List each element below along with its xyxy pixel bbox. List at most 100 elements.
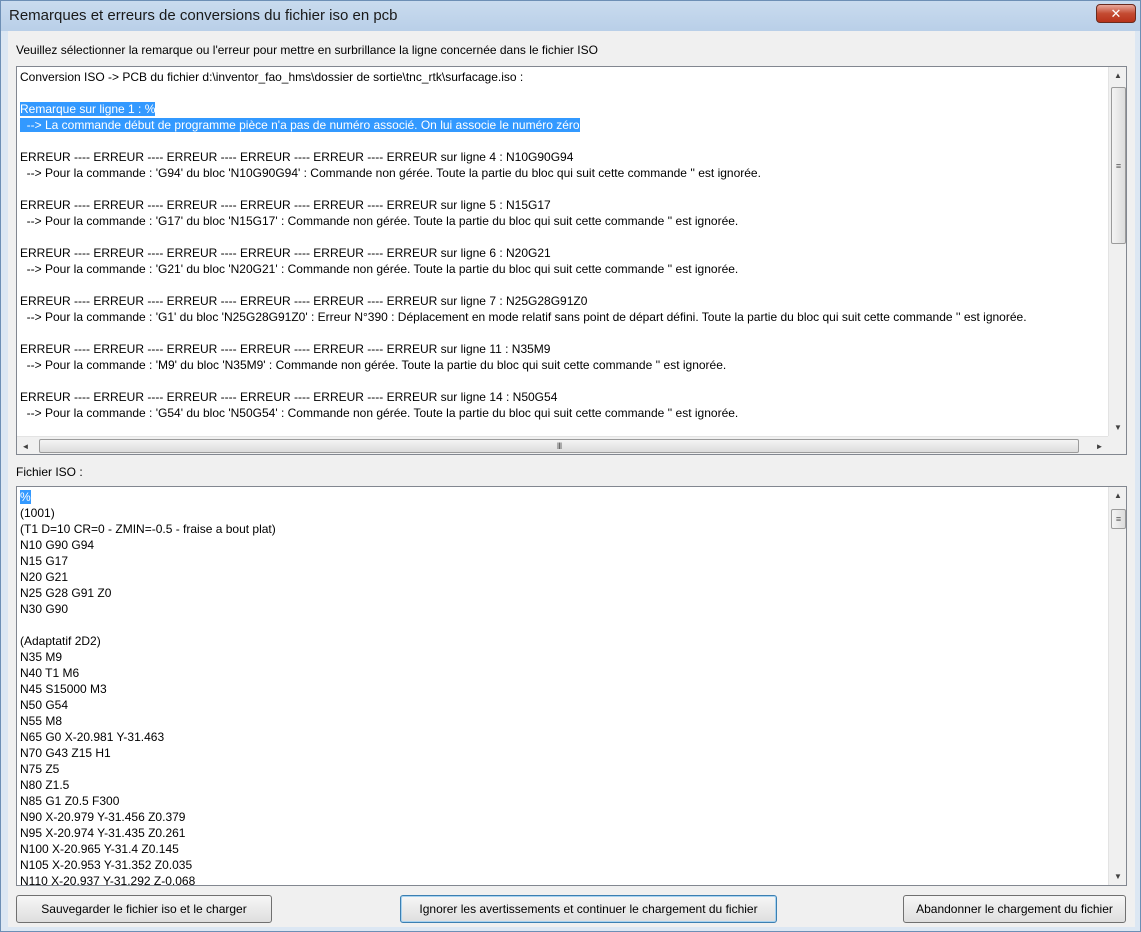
iso-line-text: N20 G21 — [20, 570, 69, 584]
scroll-left-button[interactable]: ◄ — [17, 437, 34, 454]
scroll-up-icon: ▲ — [1114, 71, 1122, 80]
scroll-thumb[interactable]: ≡ — [1111, 87, 1126, 244]
iso-file-label: Fichier ISO : — [16, 465, 83, 479]
grip-icon: ≡ — [1115, 514, 1122, 524]
iso-line-text: N35 M9 — [20, 650, 63, 664]
iso-line[interactable] — [20, 617, 1106, 633]
iso-line[interactable]: (Adaptatif 2D2) — [20, 633, 1106, 649]
iso-line[interactable]: (1001) — [20, 505, 1106, 521]
iso-line[interactable]: % — [20, 489, 1106, 505]
message-line[interactable]: --> Pour la commande : 'G17' du bloc 'N1… — [20, 213, 1106, 229]
scroll-right-button[interactable]: ► — [1091, 437, 1108, 454]
message-line[interactable]: ERREUR ---- ERREUR ---- ERREUR ---- ERRE… — [20, 293, 1106, 309]
message-line[interactable]: ERREUR ---- ERREUR ---- ERREUR ---- ERRE… — [20, 149, 1106, 165]
messages-horizontal-scrollbar[interactable]: ◄ III ► — [17, 436, 1108, 454]
title-bar[interactable]: Remarques et erreurs de conversions du f… — [1, 1, 1140, 31]
iso-vertical-scrollbar[interactable]: ▲ ≡ ▼ — [1108, 487, 1126, 885]
iso-line[interactable]: (T1 D=10 CR=0 - ZMIN=-0.5 - fraise a bou… — [20, 521, 1106, 537]
message-line-text: ERREUR ---- ERREUR ---- ERREUR ---- ERRE… — [20, 198, 551, 212]
message-line-text: ERREUR ---- ERREUR ---- ERREUR ---- ERRE… — [20, 342, 551, 356]
iso-line-text: (Adaptatif 2D2) — [20, 634, 101, 648]
message-line[interactable]: Conversion ISO -> PCB du fichier d:\inve… — [20, 69, 1106, 85]
message-line[interactable] — [20, 325, 1106, 341]
iso-line[interactable]: N50 G54 — [20, 697, 1106, 713]
iso-line[interactable]: N110 X-20.937 Y-31.292 Z-0.068 — [20, 873, 1106, 885]
scroll-up-button[interactable]: ▲ — [1109, 67, 1126, 84]
close-button[interactable]: ✕ — [1096, 4, 1136, 23]
iso-line[interactable]: N10 G90 G94 — [20, 537, 1106, 553]
save-and-load-button[interactable]: Sauvegarder le fichier iso et le charger — [16, 895, 272, 923]
iso-line[interactable]: N20 G21 — [20, 569, 1106, 585]
iso-file-list[interactable]: % (1001) (T1 D=10 CR=0 - ZMIN=-0.5 - frais… — [16, 486, 1127, 886]
iso-line-text: (T1 D=10 CR=0 - ZMIN=-0.5 - fraise a bou… — [20, 522, 276, 536]
scroll-down-button[interactable]: ▼ — [1109, 419, 1126, 436]
iso-line-text: N30 G90 — [20, 602, 69, 616]
iso-file-content[interactable]: % (1001) (T1 D=10 CR=0 - ZMIN=-0.5 - frais… — [20, 489, 1106, 885]
message-line[interactable]: ERREUR ---- ERREUR ---- ERREUR ---- ERRE… — [20, 341, 1106, 357]
abort-loading-button[interactable]: Abandonner le chargement du fichier — [903, 895, 1126, 923]
message-line[interactable]: --> La commande début de programme pièce… — [20, 117, 1106, 133]
iso-line[interactable]: N100 X-20.965 Y-31.4 Z0.145 — [20, 841, 1106, 857]
message-line[interactable] — [20, 229, 1106, 245]
iso-line[interactable]: N55 M8 — [20, 713, 1106, 729]
message-line[interactable] — [20, 85, 1106, 101]
messages-content[interactable]: Conversion ISO -> PCB du fichier d:\inve… — [20, 69, 1106, 436]
iso-line[interactable]: N80 Z1.5 — [20, 777, 1106, 793]
iso-line[interactable]: N85 G1 Z0.5 F300 — [20, 793, 1106, 809]
scroll-up-button[interactable]: ▲ — [1109, 487, 1126, 504]
message-line[interactable] — [20, 181, 1106, 197]
message-line[interactable]: --> Pour la commande : 'G54' du bloc 'N5… — [20, 405, 1106, 421]
ignore-warnings-button[interactable]: Ignorer les avertissements et continuer … — [400, 895, 777, 923]
dialog-window: Remarques et erreurs de conversions du f… — [0, 0, 1141, 932]
iso-line-text: N90 X-20.979 Y-31.456 Z0.379 — [20, 810, 186, 824]
iso-line[interactable]: N40 T1 M6 — [20, 665, 1106, 681]
iso-line-text: (1001) — [20, 506, 55, 520]
message-line[interactable] — [20, 133, 1106, 149]
scroll-up-icon: ▲ — [1114, 491, 1122, 500]
iso-line[interactable]: N70 G43 Z15 H1 — [20, 745, 1106, 761]
iso-line-text: N10 G90 G94 — [20, 538, 95, 552]
iso-line-text: N100 X-20.965 Y-31.4 Z0.145 — [20, 842, 179, 856]
iso-line[interactable]: N105 X-20.953 Y-31.352 Z0.035 — [20, 857, 1106, 873]
messages-vertical-scrollbar[interactable]: ▲ ≡ ▼ — [1108, 67, 1126, 436]
iso-line[interactable]: N75 Z5 — [20, 761, 1106, 777]
scroll-thumb[interactable]: ≡ — [1111, 509, 1126, 529]
message-line[interactable]: Remarque sur ligne 1 : % — [20, 101, 1106, 117]
grip-icon: III — [556, 441, 562, 451]
message-line-text: ERREUR ---- ERREUR ---- ERREUR ---- ERRE… — [20, 150, 574, 164]
messages-list[interactable]: Conversion ISO -> PCB du fichier d:\inve… — [16, 66, 1127, 455]
message-line[interactable]: --> Pour la commande : 'G21' du bloc 'N2… — [20, 261, 1106, 277]
message-line[interactable] — [20, 277, 1106, 293]
instruction-text: Veuillez sélectionner la remarque ou l'e… — [16, 43, 598, 57]
message-line[interactable]: ERREUR ---- ERREUR ---- ERREUR ---- ERRE… — [20, 197, 1106, 213]
scroll-thumb-horizontal[interactable]: III — [39, 439, 1079, 453]
iso-line[interactable]: N95 X-20.974 Y-31.435 Z0.261 — [20, 825, 1106, 841]
iso-line[interactable]: N45 S15000 M3 — [20, 681, 1106, 697]
scroll-corner — [1108, 436, 1126, 454]
iso-line-text: N95 X-20.974 Y-31.435 Z0.261 — [20, 826, 186, 840]
message-line-text: --> La commande début de programme pièce… — [20, 118, 580, 132]
iso-line[interactable]: N15 G17 — [20, 553, 1106, 569]
iso-line[interactable]: N35 M9 — [20, 649, 1106, 665]
message-line-text: ERREUR ---- ERREUR ---- ERREUR ---- ERRE… — [20, 390, 558, 404]
scroll-down-button[interactable]: ▼ — [1109, 868, 1126, 885]
iso-line[interactable]: N30 G90 — [20, 601, 1106, 617]
iso-line[interactable]: N90 X-20.979 Y-31.456 Z0.379 — [20, 809, 1106, 825]
message-line-text: Remarque sur ligne 1 : % — [20, 102, 156, 116]
message-line[interactable]: --> Pour la commande : 'G1' du bloc 'N25… — [20, 309, 1106, 325]
message-line[interactable]: ERREUR ---- ERREUR ---- ERREUR ---- ERRE… — [20, 245, 1106, 261]
message-line[interactable]: --> Pour la commande : 'G94' du bloc 'N1… — [20, 165, 1106, 181]
message-line[interactable]: ERREUR ---- ERREUR ---- ERREUR ---- ERRE… — [20, 389, 1106, 405]
iso-line[interactable]: N65 G0 X-20.981 Y-31.463 — [20, 729, 1106, 745]
iso-line-text: N65 G0 X-20.981 Y-31.463 — [20, 730, 165, 744]
iso-line-text: N50 G54 — [20, 698, 69, 712]
iso-line-text: N45 S15000 M3 — [20, 682, 107, 696]
grip-icon: ≡ — [1115, 160, 1122, 171]
iso-line-text: N40 T1 M6 — [20, 666, 80, 680]
iso-line[interactable]: N25 G28 G91 Z0 — [20, 585, 1106, 601]
iso-line-text: % — [20, 490, 31, 504]
message-line[interactable] — [20, 373, 1106, 389]
message-line-text: --> Pour la commande : 'G21' du bloc 'N2… — [20, 262, 739, 276]
message-line-text: --> Pour la commande : 'M9' du bloc 'N35… — [20, 358, 727, 372]
message-line[interactable]: --> Pour la commande : 'M9' du bloc 'N35… — [20, 357, 1106, 373]
